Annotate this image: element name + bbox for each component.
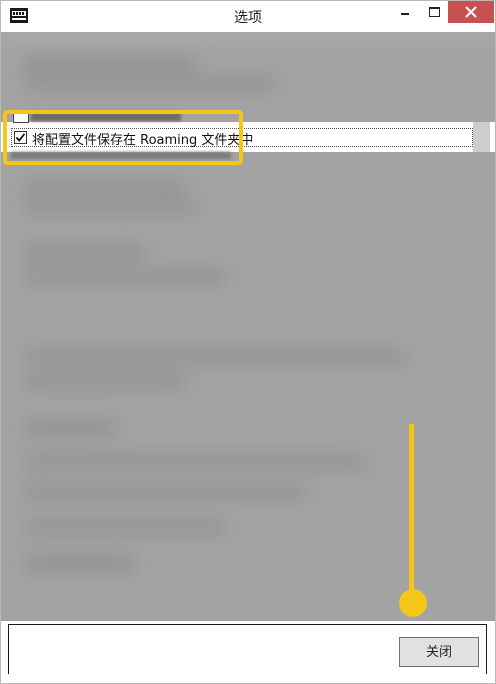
annotation-pointer-dot <box>399 589 427 617</box>
close-button[interactable]: 关闭 <box>399 637 479 667</box>
footer: 关闭 <box>1 621 495 683</box>
close-icon[interactable] <box>448 1 494 23</box>
list-scrollbar[interactable] <box>473 122 490 152</box>
maximize-icon[interactable] <box>421 1 447 23</box>
highlight-box <box>3 110 243 165</box>
title-bar: 选项 <box>1 1 495 31</box>
options-content: 将配置文件保存在 Roaming 文件夹中 <box>1 32 495 621</box>
annotation-pointer-line <box>409 424 414 604</box>
minimize-icon[interactable] <box>392 1 418 23</box>
options-window: 选项 将配置文件保存在 Roaming 文件夹中 关闭 <box>0 0 496 684</box>
